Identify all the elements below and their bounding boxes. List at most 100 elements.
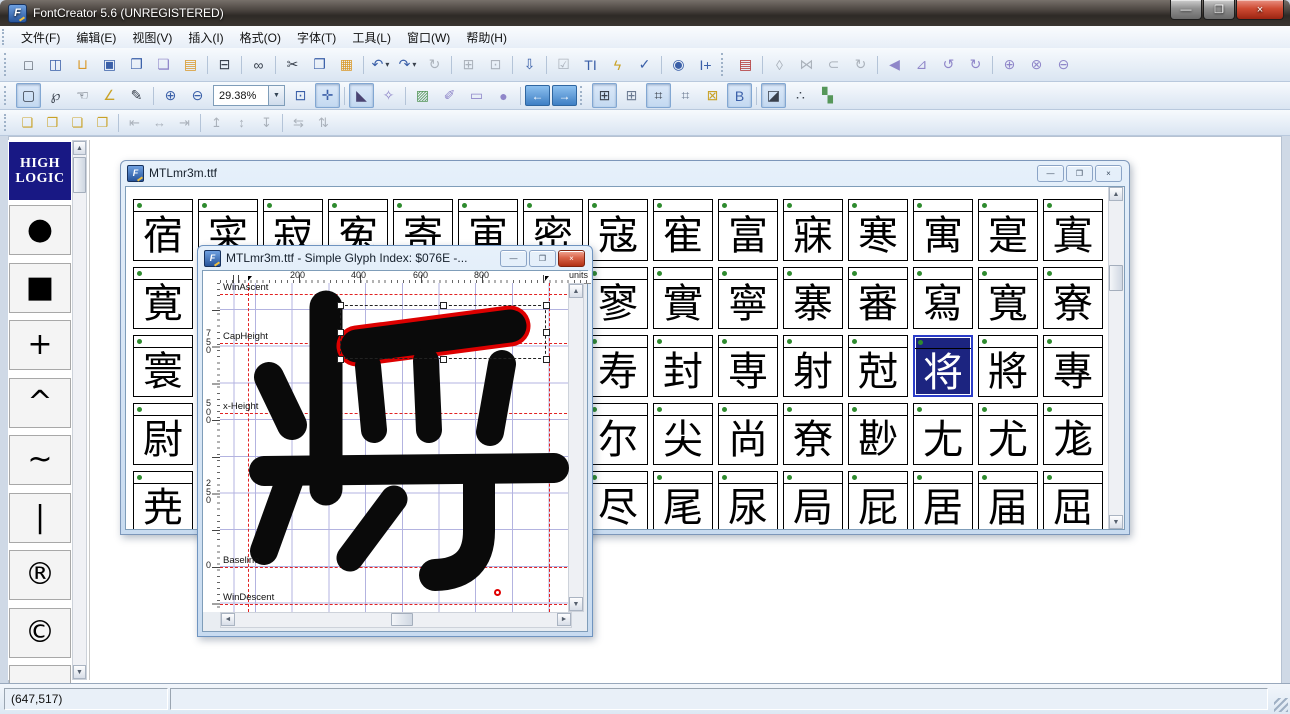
move-forward-icon[interactable]: ❏ [66,112,89,134]
new-font-icon[interactable]: □ [16,52,41,77]
selection-handle[interactable] [337,302,344,309]
glyph-cell[interactable]: 寨 [783,267,843,329]
child-restore-button[interactable]: ❐ [529,250,556,267]
scroll-up-icon[interactable]: ▲ [73,141,86,155]
glyph-sample-copyright[interactable]: © [9,608,71,658]
glyph-cell[interactable]: 尞 [783,403,843,465]
background-image-icon[interactable]: ▨ [410,83,435,108]
naming-fields-icon[interactable]: TI [578,52,603,77]
child-close-button[interactable]: × [558,250,585,267]
selection-handle[interactable] [337,356,344,363]
save-font-icon[interactable]: ▣ [97,52,122,77]
scrollbar-thumb[interactable] [73,157,86,193]
new-from-template-icon[interactable]: ◫ [43,52,68,77]
selection-rectangle[interactable] [340,305,546,359]
glyph-cell[interactable]: 尔 [588,403,648,465]
select-tool-icon[interactable]: ▢ [16,83,41,108]
sort-glyphs-icon[interactable]: ⇩ [517,52,542,77]
glyph-cell[interactable]: 實 [653,267,713,329]
glyph-cell[interactable]: 寒 [848,199,908,261]
preview-font-icon[interactable]: ◉ [666,52,691,77]
glyph-cell[interactable]: 審 [848,267,908,329]
glyph-cell[interactable]: 尉 [133,403,193,465]
union-contours-icon[interactable]: ⊕ [997,52,1022,77]
menu-item-help[interactable]: 帮助(H) [458,27,515,48]
menubar-grip[interactable] [2,29,9,44]
selection-handle[interactable] [440,302,447,309]
glyph-cell[interactable]: 尾 [653,471,713,530]
menu-item-tools[interactable]: 工具(L) [344,27,399,48]
glyph-cell[interactable]: 居 [913,471,973,530]
glyph-cell[interactable]: 尤 [978,403,1038,465]
overview-scrollbar[interactable]: ▲ ▼ [1108,187,1124,529]
cut-icon[interactable]: ✂ [280,52,305,77]
zoom-fit-icon[interactable]: ✛ [315,83,340,108]
toolbar-grip[interactable] [4,53,11,76]
draw-ellipse-icon[interactable]: ● [491,83,516,108]
glyph-sample-bullet[interactable]: ● [9,205,71,255]
measure-tool-icon[interactable]: ∠ [97,83,122,108]
contour-mode-icon[interactable]: ◣ [349,83,374,108]
send-to-back-icon[interactable]: ❒ [41,112,64,134]
intersect-contours-icon[interactable]: ⊗ [1024,52,1049,77]
menu-item-file[interactable]: 文件(F) [13,27,68,48]
glyph-cell[interactable]: 寧 [718,267,778,329]
glyph-cell[interactable]: 寰 [133,335,193,397]
glyph-cell[interactable]: 寫 [913,267,973,329]
child-close-button[interactable]: × [1095,165,1122,182]
zoom-out-icon[interactable]: ⊖ [185,83,210,108]
glyph-cell[interactable]: 尿 [718,471,778,530]
scroll-down-icon[interactable]: ▼ [1109,515,1123,529]
glyph-cell[interactable]: 尠 [848,403,908,465]
glyph-cell[interactable]: 將 [978,335,1038,397]
child-minimize-button[interactable]: — [500,250,527,267]
menu-item-view[interactable]: 视图(V) [124,27,180,48]
overview-window-titlebar[interactable]: F MTLmr3m.ttf [121,161,1129,185]
minimize-button[interactable]: — [1170,0,1202,20]
resize-grip[interactable] [1274,698,1288,712]
show-grid-icon[interactable]: ⊞ [592,83,617,108]
scrollbar-thumb[interactable] [391,613,413,626]
flip-horizontal-icon[interactable]: ◀ [882,52,907,77]
dropdown-arrow-icon[interactable]: ▾ [412,60,416,69]
autonaming-icon[interactable]: ϟ [605,52,630,77]
glyph-cell[interactable]: 專 [1043,335,1103,397]
right-bearing-marker[interactable] [545,276,549,281]
zoom-in-icon[interactable]: ⊕ [158,83,183,108]
snap-to-grid-icon[interactable]: ⊞ [619,83,644,108]
glyph-sample-bar[interactable]: | [9,493,71,543]
show-composites-icon[interactable]: ▚ [815,83,840,108]
sample-panel-scrollbar[interactable]: ▲ ▼ [72,140,87,680]
move-backward-icon[interactable]: ❐ [91,112,114,134]
toolbar-grip[interactable] [721,53,728,76]
close-button[interactable]: × [1236,0,1284,20]
selection-handle[interactable] [337,329,344,336]
glyph-cell[interactable]: 寉 [653,199,713,261]
print-icon[interactable]: ⊟ [212,52,237,77]
font-validation-icon[interactable]: ✓ [632,52,657,77]
selection-handle[interactable] [543,356,550,363]
glyph-cell-selected[interactable]: 将 [913,335,973,397]
insert-character-icon[interactable]: I+ [693,52,718,77]
child-minimize-button[interactable]: — [1037,165,1064,182]
toolbar-grip[interactable] [4,114,11,132]
show-points-icon[interactable]: ∴ [788,83,813,108]
rotate-counterclockwise-icon[interactable]: ↺ [936,52,961,77]
draw-contour-icon[interactable]: ✐ [437,83,462,108]
glyph-cell[interactable]: 屈 [1043,471,1103,530]
glyph-canvas[interactable]: WinAscentCapHeightx-HeightBaselineWinDes… [220,283,572,612]
show-guidelines-icon[interactable]: ⌗ [646,83,671,108]
show-bearings-icon[interactable]: B [727,83,752,108]
copy-icon[interactable]: ❐ [307,52,332,77]
menu-item-insert[interactable]: 插入(I) [180,27,231,48]
glyph-sample-tilde[interactable]: ~ [9,435,71,485]
glyph-cell[interactable]: 封 [653,335,713,397]
lock-guidelines-icon[interactable]: ⊠ [700,83,725,108]
glyph-cell[interactable]: 富 [718,199,778,261]
scroll-down-icon[interactable]: ▼ [73,665,86,679]
bring-to-front-icon[interactable]: ❑ [16,112,39,134]
glyph-cell[interactable]: 尅 [848,335,908,397]
toolbar-grip[interactable] [4,86,11,105]
glyph-cell[interactable]: 寓 [913,199,973,261]
zoom-dropdown-icon[interactable]: ▼ [268,86,284,105]
